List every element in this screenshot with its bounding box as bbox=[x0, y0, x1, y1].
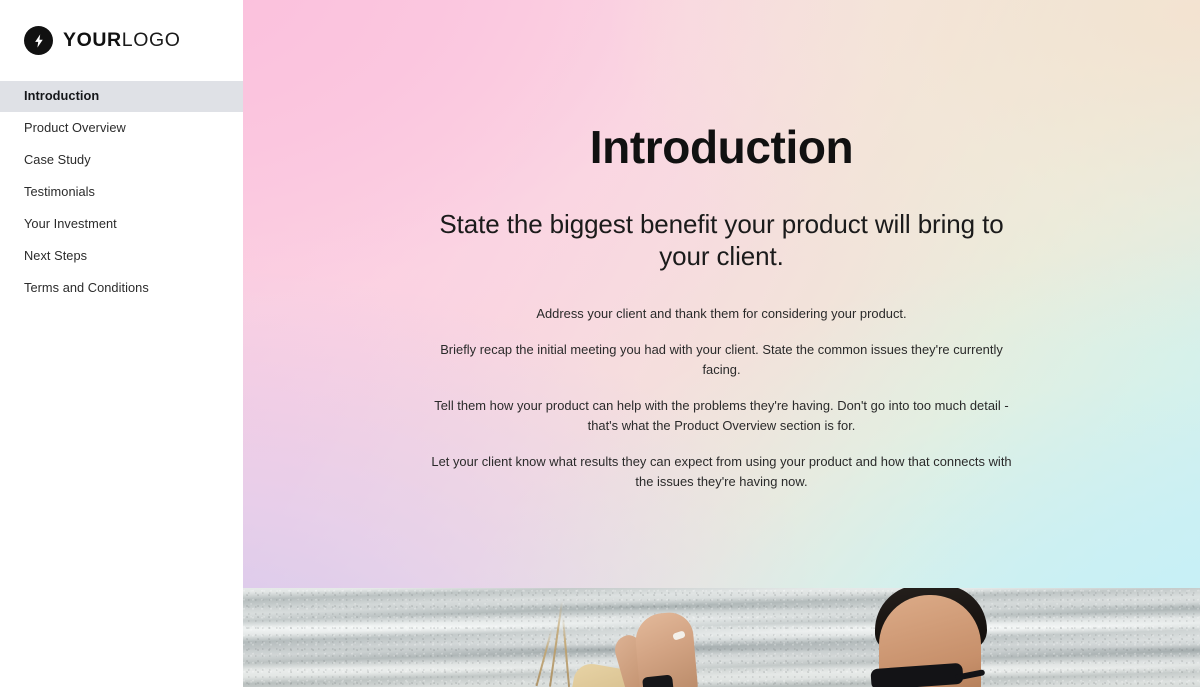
slide-photo bbox=[243, 588, 1200, 687]
photo-texture-grain bbox=[243, 588, 1200, 687]
sidebar-item-label: Your Investment bbox=[24, 216, 117, 232]
slide-body-text: Address your client and thank them for c… bbox=[422, 304, 1022, 492]
brand-name: YOURLOGO bbox=[63, 28, 181, 51]
sidebar-item-testimonials[interactable]: Testimonials bbox=[0, 177, 243, 208]
slide-paragraph: Briefly recap the initial meeting you ha… bbox=[440, 342, 1003, 377]
lightning-bolt-icon bbox=[24, 26, 53, 55]
sidebar-item-product-overview[interactable]: Product Overview bbox=[0, 113, 243, 144]
slide-paragraph: Tell them how your product can help with… bbox=[434, 398, 1009, 433]
brand-name-light: LOGO bbox=[121, 28, 181, 51]
slide-paragraph: Address your client and thank them for c… bbox=[536, 305, 907, 321]
sidebar-item-label: Case Study bbox=[24, 152, 91, 168]
sidebar-item-case-study[interactable]: Case Study bbox=[0, 145, 243, 176]
sidebar-item-next-steps[interactable]: Next Steps bbox=[0, 241, 243, 272]
slide-paragraph: Let your client know what results they c… bbox=[431, 454, 1012, 489]
slide-subtitle: State the biggest benefit your product w… bbox=[439, 208, 1004, 271]
sidebar-item-label: Product Overview bbox=[24, 120, 126, 136]
sidebar-nav: Introduction Product Overview Case Study… bbox=[0, 81, 243, 304]
sidebar-item-label: Testimonials bbox=[24, 184, 96, 200]
sidebar-item-label: Terms and Conditions bbox=[24, 280, 149, 296]
photo-watch bbox=[642, 674, 674, 687]
brand-name-bold: YOUR bbox=[63, 28, 122, 51]
slide-content: Introduction State the biggest benefit y… bbox=[243, 0, 1200, 491]
sidebar-item-label: Introduction bbox=[24, 88, 100, 104]
brand-logo[interactable]: YOURLOGO bbox=[0, 0, 243, 81]
sidebar-item-introduction[interactable]: Introduction bbox=[0, 81, 243, 112]
sidebar-item-your-investment[interactable]: Your Investment bbox=[0, 209, 243, 240]
sidebar-item-label: Next Steps bbox=[24, 248, 88, 264]
sidebar: YOURLOGO Introduction Product Overview C… bbox=[0, 0, 243, 687]
page-title: Introduction bbox=[589, 121, 854, 173]
slide-canvas: Introduction State the biggest benefit y… bbox=[243, 0, 1200, 687]
presentation-app: YOURLOGO Introduction Product Overview C… bbox=[0, 0, 1200, 687]
sidebar-item-terms-and-conditions[interactable]: Terms and Conditions bbox=[0, 273, 243, 304]
